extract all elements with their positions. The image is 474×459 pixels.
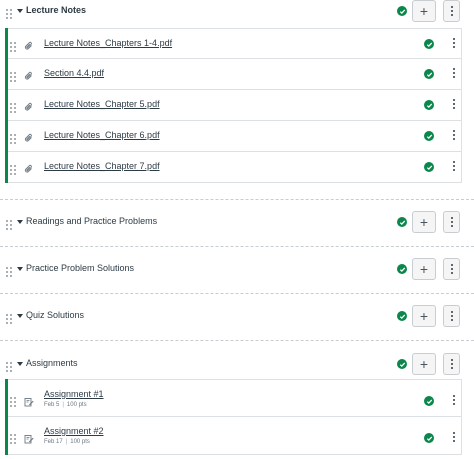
add-item-button[interactable]: + bbox=[412, 305, 436, 327]
points: 100 pts bbox=[70, 439, 90, 445]
drag-handle-icon[interactable] bbox=[10, 431, 16, 444]
drag-handle-icon[interactable] bbox=[10, 162, 16, 175]
plus-icon: + bbox=[419, 356, 429, 372]
item-title-link[interactable]: Lecture Notes_Chapters 1-4.pdf bbox=[44, 38, 172, 48]
item-options-kebab-icon[interactable] bbox=[453, 130, 455, 140]
drag-handle-icon[interactable] bbox=[6, 217, 12, 230]
published-check-icon[interactable] bbox=[397, 311, 407, 321]
drag-handle-icon[interactable] bbox=[10, 100, 16, 113]
published-check-icon[interactable] bbox=[397, 264, 407, 274]
module-options-button[interactable] bbox=[443, 353, 460, 375]
caret-down-icon[interactable] bbox=[17, 362, 23, 366]
drag-handle-icon[interactable] bbox=[10, 394, 16, 407]
add-item-button[interactable]: + bbox=[412, 211, 436, 233]
add-item-button[interactable]: + bbox=[412, 0, 436, 22]
drag-handle-icon[interactable] bbox=[6, 264, 12, 277]
kebab-icon bbox=[450, 217, 453, 227]
published-check-icon[interactable] bbox=[424, 433, 434, 443]
item-options-kebab-icon[interactable] bbox=[453, 99, 455, 109]
module-header-practice-solutions[interactable]: Practice Problem Solutions + bbox=[0, 258, 474, 280]
module-divider bbox=[0, 340, 474, 341]
points: 100 pts bbox=[66, 402, 87, 408]
list-item[interactable]: Lecture Notes_Chapter 5.pdf bbox=[8, 90, 462, 121]
assignment-icon bbox=[24, 431, 34, 444]
list-item[interactable]: Assignment #2 Feb 17 | 100 pts bbox=[8, 417, 462, 455]
list-item[interactable]: Lecture Notes_Chapters 1-4.pdf bbox=[8, 28, 462, 59]
plus-icon: + bbox=[419, 261, 429, 277]
plus-icon: + bbox=[419, 308, 429, 324]
list-item[interactable]: Lecture Notes_Chapter 6.pdf bbox=[8, 121, 462, 152]
plus-icon: + bbox=[419, 3, 429, 19]
drag-handle-icon[interactable] bbox=[10, 131, 16, 144]
item-title-link[interactable]: Section 4.4.pdf bbox=[44, 68, 104, 78]
drag-handle-icon[interactable] bbox=[6, 359, 12, 372]
module-header-lecture-notes[interactable]: Lecture Notes + bbox=[0, 0, 474, 22]
item-options-kebab-icon[interactable] bbox=[453, 38, 455, 48]
published-check-icon[interactable] bbox=[424, 162, 434, 172]
drag-handle-icon[interactable] bbox=[10, 69, 16, 82]
module-items-lecture-notes: Lecture Notes_Chapters 1-4.pdf Section 4… bbox=[5, 28, 462, 183]
drag-handle-icon[interactable] bbox=[10, 39, 16, 52]
kebab-icon bbox=[450, 6, 453, 16]
drag-handle-icon[interactable] bbox=[6, 311, 12, 324]
module-title: Assignments bbox=[26, 358, 78, 368]
kebab-icon bbox=[450, 359, 453, 369]
module-title: Lecture Notes bbox=[26, 5, 87, 15]
item-title-link[interactable]: Lecture Notes_Chapter 7.pdf bbox=[44, 161, 160, 171]
published-check-icon[interactable] bbox=[424, 396, 434, 406]
attachment-icon bbox=[24, 99, 34, 111]
published-check-icon[interactable] bbox=[397, 217, 407, 227]
item-title-link[interactable]: Lecture Notes_Chapter 5.pdf bbox=[44, 99, 160, 109]
add-item-button[interactable]: + bbox=[412, 353, 436, 375]
published-check-icon[interactable] bbox=[424, 39, 434, 49]
module-options-button[interactable] bbox=[443, 258, 460, 280]
item-options-kebab-icon[interactable] bbox=[453, 161, 455, 171]
add-item-button[interactable]: + bbox=[412, 258, 436, 280]
module-title: Readings and Practice Problems bbox=[26, 216, 158, 226]
module-divider bbox=[0, 199, 474, 200]
module-divider bbox=[0, 293, 474, 294]
due-date: Feb 5 bbox=[44, 402, 60, 408]
assignment-icon bbox=[24, 394, 34, 407]
kebab-icon bbox=[450, 311, 453, 321]
list-item[interactable]: Lecture Notes_Chapter 7.pdf bbox=[8, 152, 462, 183]
published-check-icon[interactable] bbox=[424, 131, 434, 141]
module-divider bbox=[0, 246, 474, 247]
module-header-quiz-solutions[interactable]: Quiz Solutions + bbox=[0, 305, 474, 327]
due-date: Feb 17 bbox=[44, 439, 63, 445]
attachment-icon bbox=[24, 161, 34, 173]
module-title: Quiz Solutions bbox=[26, 310, 85, 320]
item-title-link[interactable]: Assignment #2 bbox=[44, 426, 104, 436]
caret-right-icon[interactable] bbox=[17, 314, 23, 318]
item-meta: Feb 5 | 100 pts bbox=[44, 402, 87, 408]
item-title-link[interactable]: Lecture Notes_Chapter 6.pdf bbox=[44, 130, 160, 140]
module-options-button[interactable] bbox=[443, 211, 460, 233]
item-title-link[interactable]: Assignment #1 bbox=[44, 389, 104, 399]
attachment-icon bbox=[24, 68, 34, 80]
item-options-kebab-icon[interactable] bbox=[453, 68, 455, 78]
caret-down-icon[interactable] bbox=[17, 9, 23, 13]
list-item[interactable]: Section 4.4.pdf bbox=[8, 59, 462, 90]
module-header-assignments[interactable]: Assignments + bbox=[0, 353, 474, 375]
attachment-icon bbox=[24, 38, 34, 50]
module-options-button[interactable] bbox=[443, 305, 460, 327]
plus-icon: + bbox=[419, 214, 429, 230]
item-options-kebab-icon[interactable] bbox=[453, 395, 455, 405]
published-check-icon[interactable] bbox=[397, 6, 407, 16]
attachment-icon bbox=[24, 130, 34, 142]
item-options-kebab-icon[interactable] bbox=[453, 432, 455, 442]
drag-handle-icon[interactable] bbox=[6, 6, 12, 19]
module-items-assignments: Assignment #1 Feb 5 | 100 pts Assignment #… bbox=[5, 379, 462, 455]
module-options-button[interactable] bbox=[443, 0, 460, 22]
published-check-icon[interactable] bbox=[397, 359, 407, 369]
published-check-icon[interactable] bbox=[424, 69, 434, 79]
caret-right-icon[interactable] bbox=[17, 267, 23, 271]
module-header-readings[interactable]: Readings and Practice Problems + bbox=[0, 211, 474, 233]
published-check-icon[interactable] bbox=[424, 100, 434, 110]
module-title: Practice Problem Solutions bbox=[26, 263, 135, 273]
list-item[interactable]: Assignment #1 Feb 5 | 100 pts bbox=[8, 379, 462, 417]
item-meta: Feb 17 | 100 pts bbox=[44, 439, 90, 445]
caret-right-icon[interactable] bbox=[17, 220, 23, 224]
kebab-icon bbox=[450, 264, 453, 274]
